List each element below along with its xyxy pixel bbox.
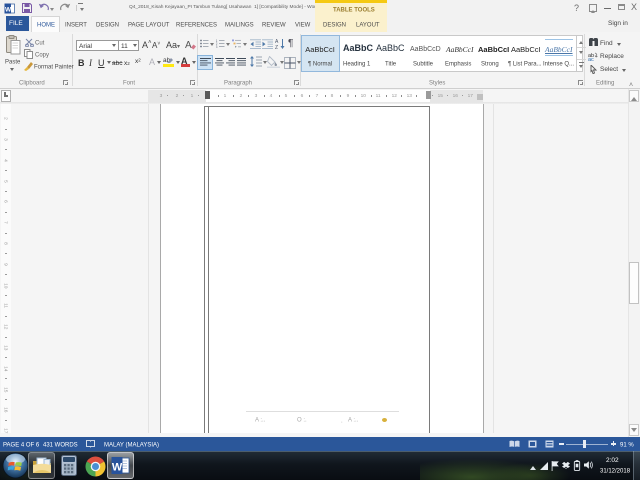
- svg-text:W: W: [112, 462, 123, 474]
- svg-text:W: W: [5, 7, 12, 14]
- svg-text:ac: ac: [588, 57, 594, 61]
- svg-text:3: 3: [216, 45, 218, 48]
- svg-text:A: A: [185, 40, 192, 50]
- svg-text:Z: Z: [275, 45, 278, 50]
